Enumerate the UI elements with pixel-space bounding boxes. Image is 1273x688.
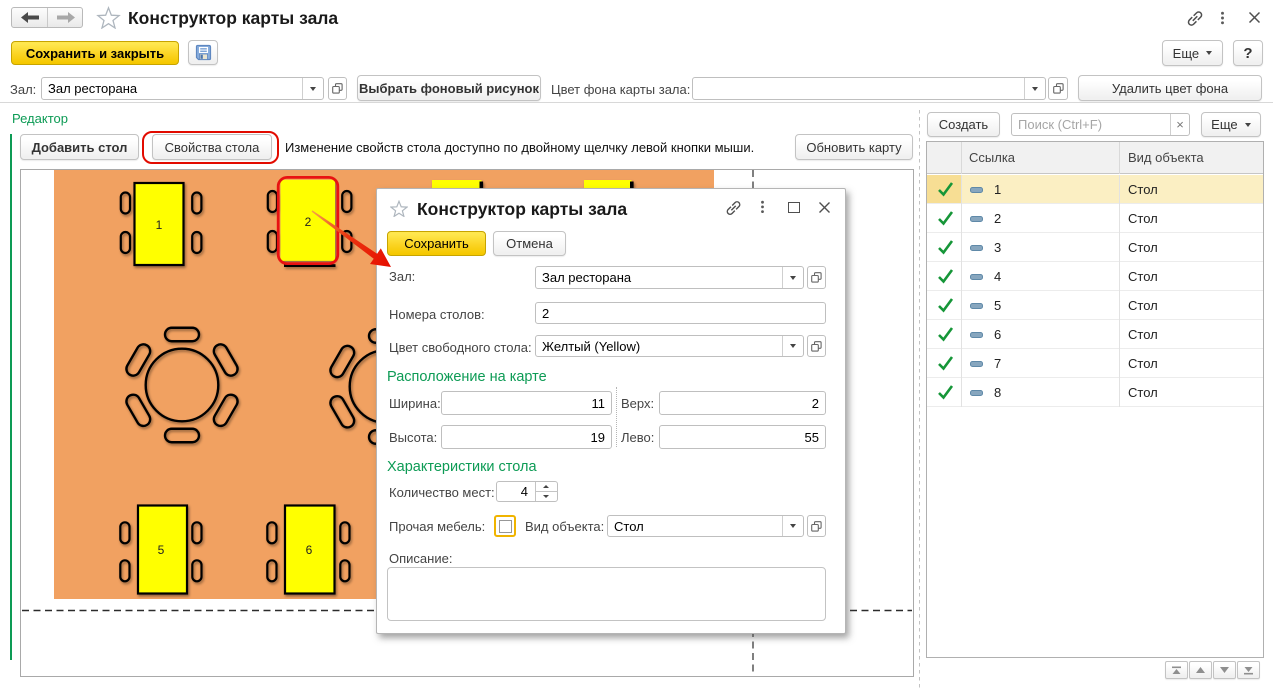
svg-text:5: 5 (158, 543, 165, 557)
svg-text:6: 6 (306, 543, 313, 557)
svg-text:1: 1 (156, 218, 163, 232)
